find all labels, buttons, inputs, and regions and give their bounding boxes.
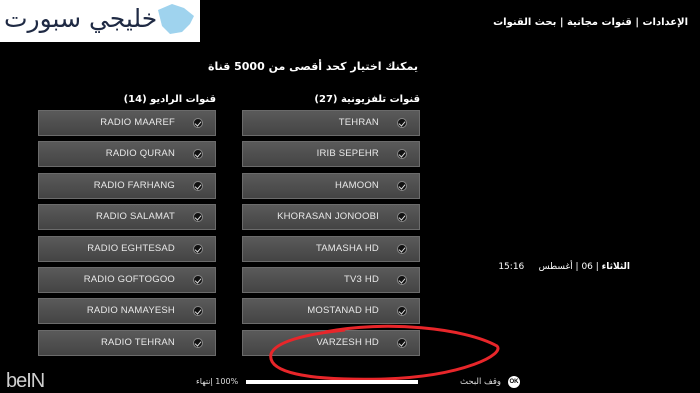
- channel-label: RADIO SALAMAT: [96, 211, 175, 223]
- channel-label: HAMOON: [335, 179, 379, 191]
- check-icon[interactable]: [193, 243, 203, 254]
- channel-label: RADIO NAMAYESH: [86, 305, 175, 317]
- tv-channel-item[interactable]: KHORASAN JONOOBI: [242, 204, 420, 231]
- radio-channel-item[interactable]: RADIO QURAN: [38, 141, 216, 168]
- radio-channel-item[interactable]: RADIO NAMAYESH: [38, 298, 216, 325]
- date-label: 06 | أغسطس: [538, 262, 593, 272]
- stop-search-label: وقف البحث: [460, 377, 502, 387]
- channel-label: KHORASAN JONOOBI: [277, 211, 379, 223]
- check-icon[interactable]: [397, 306, 407, 317]
- check-icon[interactable]: [397, 118, 407, 128]
- gulf-map-icon: [158, 4, 194, 34]
- scan-progress-bar: [246, 380, 418, 384]
- check-icon[interactable]: [193, 212, 203, 223]
- radio-channel-item[interactable]: RADIO MAAREF: [38, 110, 216, 136]
- channel-label: RADIO QURAN: [105, 148, 175, 160]
- watermark-logo: خليجي سبورت: [0, 0, 200, 42]
- tv-channel-item[interactable]: TAMASHA HD: [242, 235, 420, 262]
- check-icon[interactable]: [193, 337, 203, 348]
- check-icon[interactable]: [193, 180, 203, 191]
- time-label: 15:16: [498, 262, 525, 272]
- radio-channel-item[interactable]: RADIO SALAMAT: [38, 204, 216, 231]
- progress-label: 100% إنتهاء: [196, 377, 239, 386]
- channel-label: RADIO EGHTESAD: [87, 242, 175, 254]
- tv-channel-item[interactable]: TEHRAN: [242, 110, 420, 136]
- progress-fill: [246, 380, 418, 384]
- check-icon[interactable]: [397, 212, 407, 223]
- bein-logo: beIN: [6, 370, 45, 392]
- tv-channels-title: قنوات تلفزيونية (27): [314, 94, 420, 105]
- date-time: الثلاثاء | 06 | أغسطس 15:16: [498, 262, 630, 272]
- check-icon[interactable]: [397, 149, 407, 160]
- max-channels-info: يمكنك اختيار كحد أقصى من 5000 قناة: [207, 60, 418, 73]
- radio-channel-item[interactable]: RADIO EGHTESAD: [38, 235, 216, 262]
- channel-label: TAMASHA HD: [315, 242, 379, 254]
- ok-button[interactable]: OK: [508, 376, 520, 388]
- radio-channel-item[interactable]: RADIO TEHRAN: [38, 329, 216, 356]
- channel-label: RADIO FARHANG: [93, 179, 175, 191]
- watermark-text: خليجي سبورت: [4, 4, 158, 33]
- tv-channel-item[interactable]: TV3 HD: [242, 266, 420, 293]
- annotation-circle: [269, 324, 500, 381]
- check-icon[interactable]: [193, 118, 203, 128]
- tv-channel-item[interactable]: MOSTANAD HD: [242, 298, 420, 325]
- channel-label: IRIB SEPEHR: [316, 148, 379, 160]
- radio-channels-title: قنوات الراديو (14): [123, 94, 216, 105]
- check-icon[interactable]: [397, 274, 407, 285]
- channel-label: TV3 HD: [344, 273, 379, 285]
- radio-channel-list: RADIO MAAREF RADIO QURAN RADIO FARHANG R…: [38, 110, 216, 361]
- channel-label: RADIO TEHRAN: [100, 336, 175, 348]
- channel-label: MOSTANAD HD: [307, 305, 379, 317]
- tv-channel-item[interactable]: IRIB SEPEHR: [242, 141, 420, 168]
- breadcrumb: الإعدادات | قنوات مجانية | بحث القنوات: [493, 17, 688, 28]
- check-icon[interactable]: [193, 306, 203, 317]
- channel-label: TEHRAN: [338, 117, 379, 128]
- check-icon[interactable]: [193, 274, 203, 285]
- radio-channel-item[interactable]: RADIO FARHANG: [38, 172, 216, 199]
- channel-label: RADIO GOFTOGOO: [83, 273, 175, 285]
- day-label: الثلاثاء: [601, 262, 630, 272]
- check-icon[interactable]: [397, 243, 407, 254]
- radio-channel-item[interactable]: RADIO GOFTOGOO: [38, 266, 216, 293]
- check-icon[interactable]: [193, 149, 203, 160]
- tv-channel-item[interactable]: HAMOON: [242, 172, 420, 199]
- channel-label: RADIO MAAREF: [100, 117, 175, 128]
- check-icon[interactable]: [397, 180, 407, 191]
